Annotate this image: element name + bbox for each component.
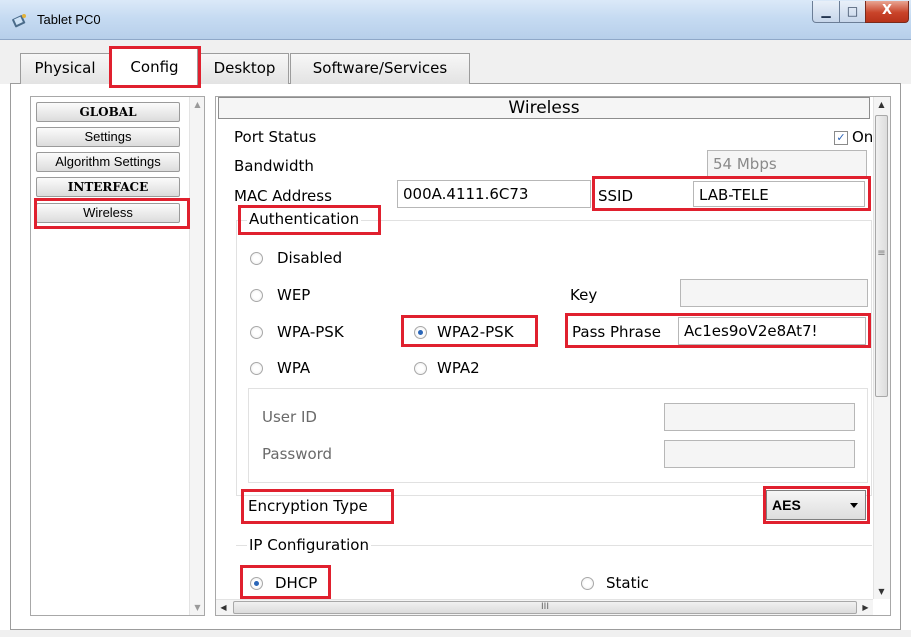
key-field[interactable]: [680, 279, 868, 307]
sidebar-header-interface[interactable]: INTERFACE: [36, 177, 180, 197]
auth-wpa-psk-label: WPA-PSK: [277, 323, 344, 341]
pass-phrase-label: Pass Phrase: [572, 323, 661, 341]
scroll-down-arrow-icon[interactable]: ▼: [874, 584, 889, 599]
tab-physical[interactable]: Physical: [20, 53, 110, 84]
tab-config[interactable]: Config: [111, 48, 198, 85]
scroll-up-arrow-icon[interactable]: ▲: [190, 97, 205, 112]
scroll-left-arrow-icon[interactable]: ◀: [216, 600, 231, 615]
auth-wpa-label: WPA: [277, 359, 311, 377]
maximize-button[interactable]: □: [839, 1, 866, 23]
sidebar-item-wireless[interactable]: Wireless: [36, 203, 180, 223]
encryption-type-label: Encryption Type: [248, 497, 368, 515]
vertical-scroll-thumb[interactable]: ≡: [875, 115, 888, 397]
auth-wpa2-label: WPA2: [437, 359, 480, 377]
mac-address-label: MAC Address: [234, 187, 332, 205]
ssid-field[interactable]: LAB-TELE: [693, 181, 865, 207]
radio-dhcp[interactable]: [250, 577, 263, 590]
bandwidth-field: 54 Mbps: [707, 150, 867, 178]
sidebar-item-settings[interactable]: Settings: [36, 127, 180, 147]
config-sidebar: [30, 96, 205, 616]
tablet-pc-icon: [12, 14, 26, 28]
chevron-down-icon: [850, 503, 858, 508]
dhcp-label: DHCP: [275, 574, 318, 592]
password-field[interactable]: [664, 440, 855, 468]
radio-wpa2[interactable]: [414, 362, 427, 375]
horizontal-scroll-thumb[interactable]: III: [233, 601, 857, 614]
radio-wpa[interactable]: [250, 362, 263, 375]
radio-wpa2-psk[interactable]: [414, 326, 427, 339]
ssid-label: SSID: [598, 187, 634, 205]
close-button[interactable]: X: [865, 1, 909, 23]
sidebar-item-algorithm-settings[interactable]: Algorithm Settings: [36, 152, 180, 172]
user-id-label: User ID: [262, 408, 317, 426]
radio-wpa-psk[interactable]: [250, 326, 263, 339]
radio-disabled[interactable]: [250, 252, 263, 265]
radio-wep[interactable]: [250, 289, 263, 302]
auth-wpa2-psk-label: WPA2-PSK: [437, 323, 514, 341]
window-bottom-frame: [0, 630, 911, 637]
tab-software-services[interactable]: Software/Services: [290, 53, 470, 84]
port-status-label: Port Status: [234, 128, 317, 146]
pass-phrase-field[interactable]: Ac1es9oV2e8At7!: [678, 317, 866, 345]
port-status-on-label: On: [852, 128, 872, 146]
bandwidth-label: Bandwidth: [234, 157, 314, 175]
auth-wep-label: WEP: [277, 286, 311, 304]
window-title: Tablet PC0: [37, 12, 101, 27]
tab-desktop[interactable]: Desktop: [200, 53, 289, 84]
ip-configuration-group: [236, 545, 872, 605]
authentication-title: Authentication: [247, 210, 362, 228]
radio-static[interactable]: [581, 577, 594, 590]
scroll-down-arrow-icon[interactable]: ▼: [190, 600, 205, 615]
sidebar-scrollbar[interactable]: ▲ ▼: [189, 97, 204, 615]
mac-address-field[interactable]: 000A.4111.6C73: [397, 180, 591, 208]
static-label: Static: [606, 574, 649, 592]
scroll-up-arrow-icon[interactable]: ▲: [874, 97, 889, 112]
password-label: Password: [262, 445, 333, 463]
ip-configuration-title: IP Configuration: [247, 536, 371, 554]
key-label: Key: [570, 286, 598, 304]
scroll-grip-icon: ≡: [877, 248, 886, 259]
auth-disabled-label: Disabled: [277, 249, 343, 267]
panel-title: Wireless: [218, 97, 870, 119]
port-status-checkbox[interactable]: ✓: [834, 131, 848, 145]
window-titlebar[interactable]: [0, 0, 911, 40]
minimize-button[interactable]: ▁: [812, 1, 840, 23]
user-id-field[interactable]: [664, 403, 855, 431]
sidebar-header-global[interactable]: GLOBAL: [36, 102, 180, 122]
scroll-right-arrow-icon[interactable]: ▶: [858, 600, 873, 615]
